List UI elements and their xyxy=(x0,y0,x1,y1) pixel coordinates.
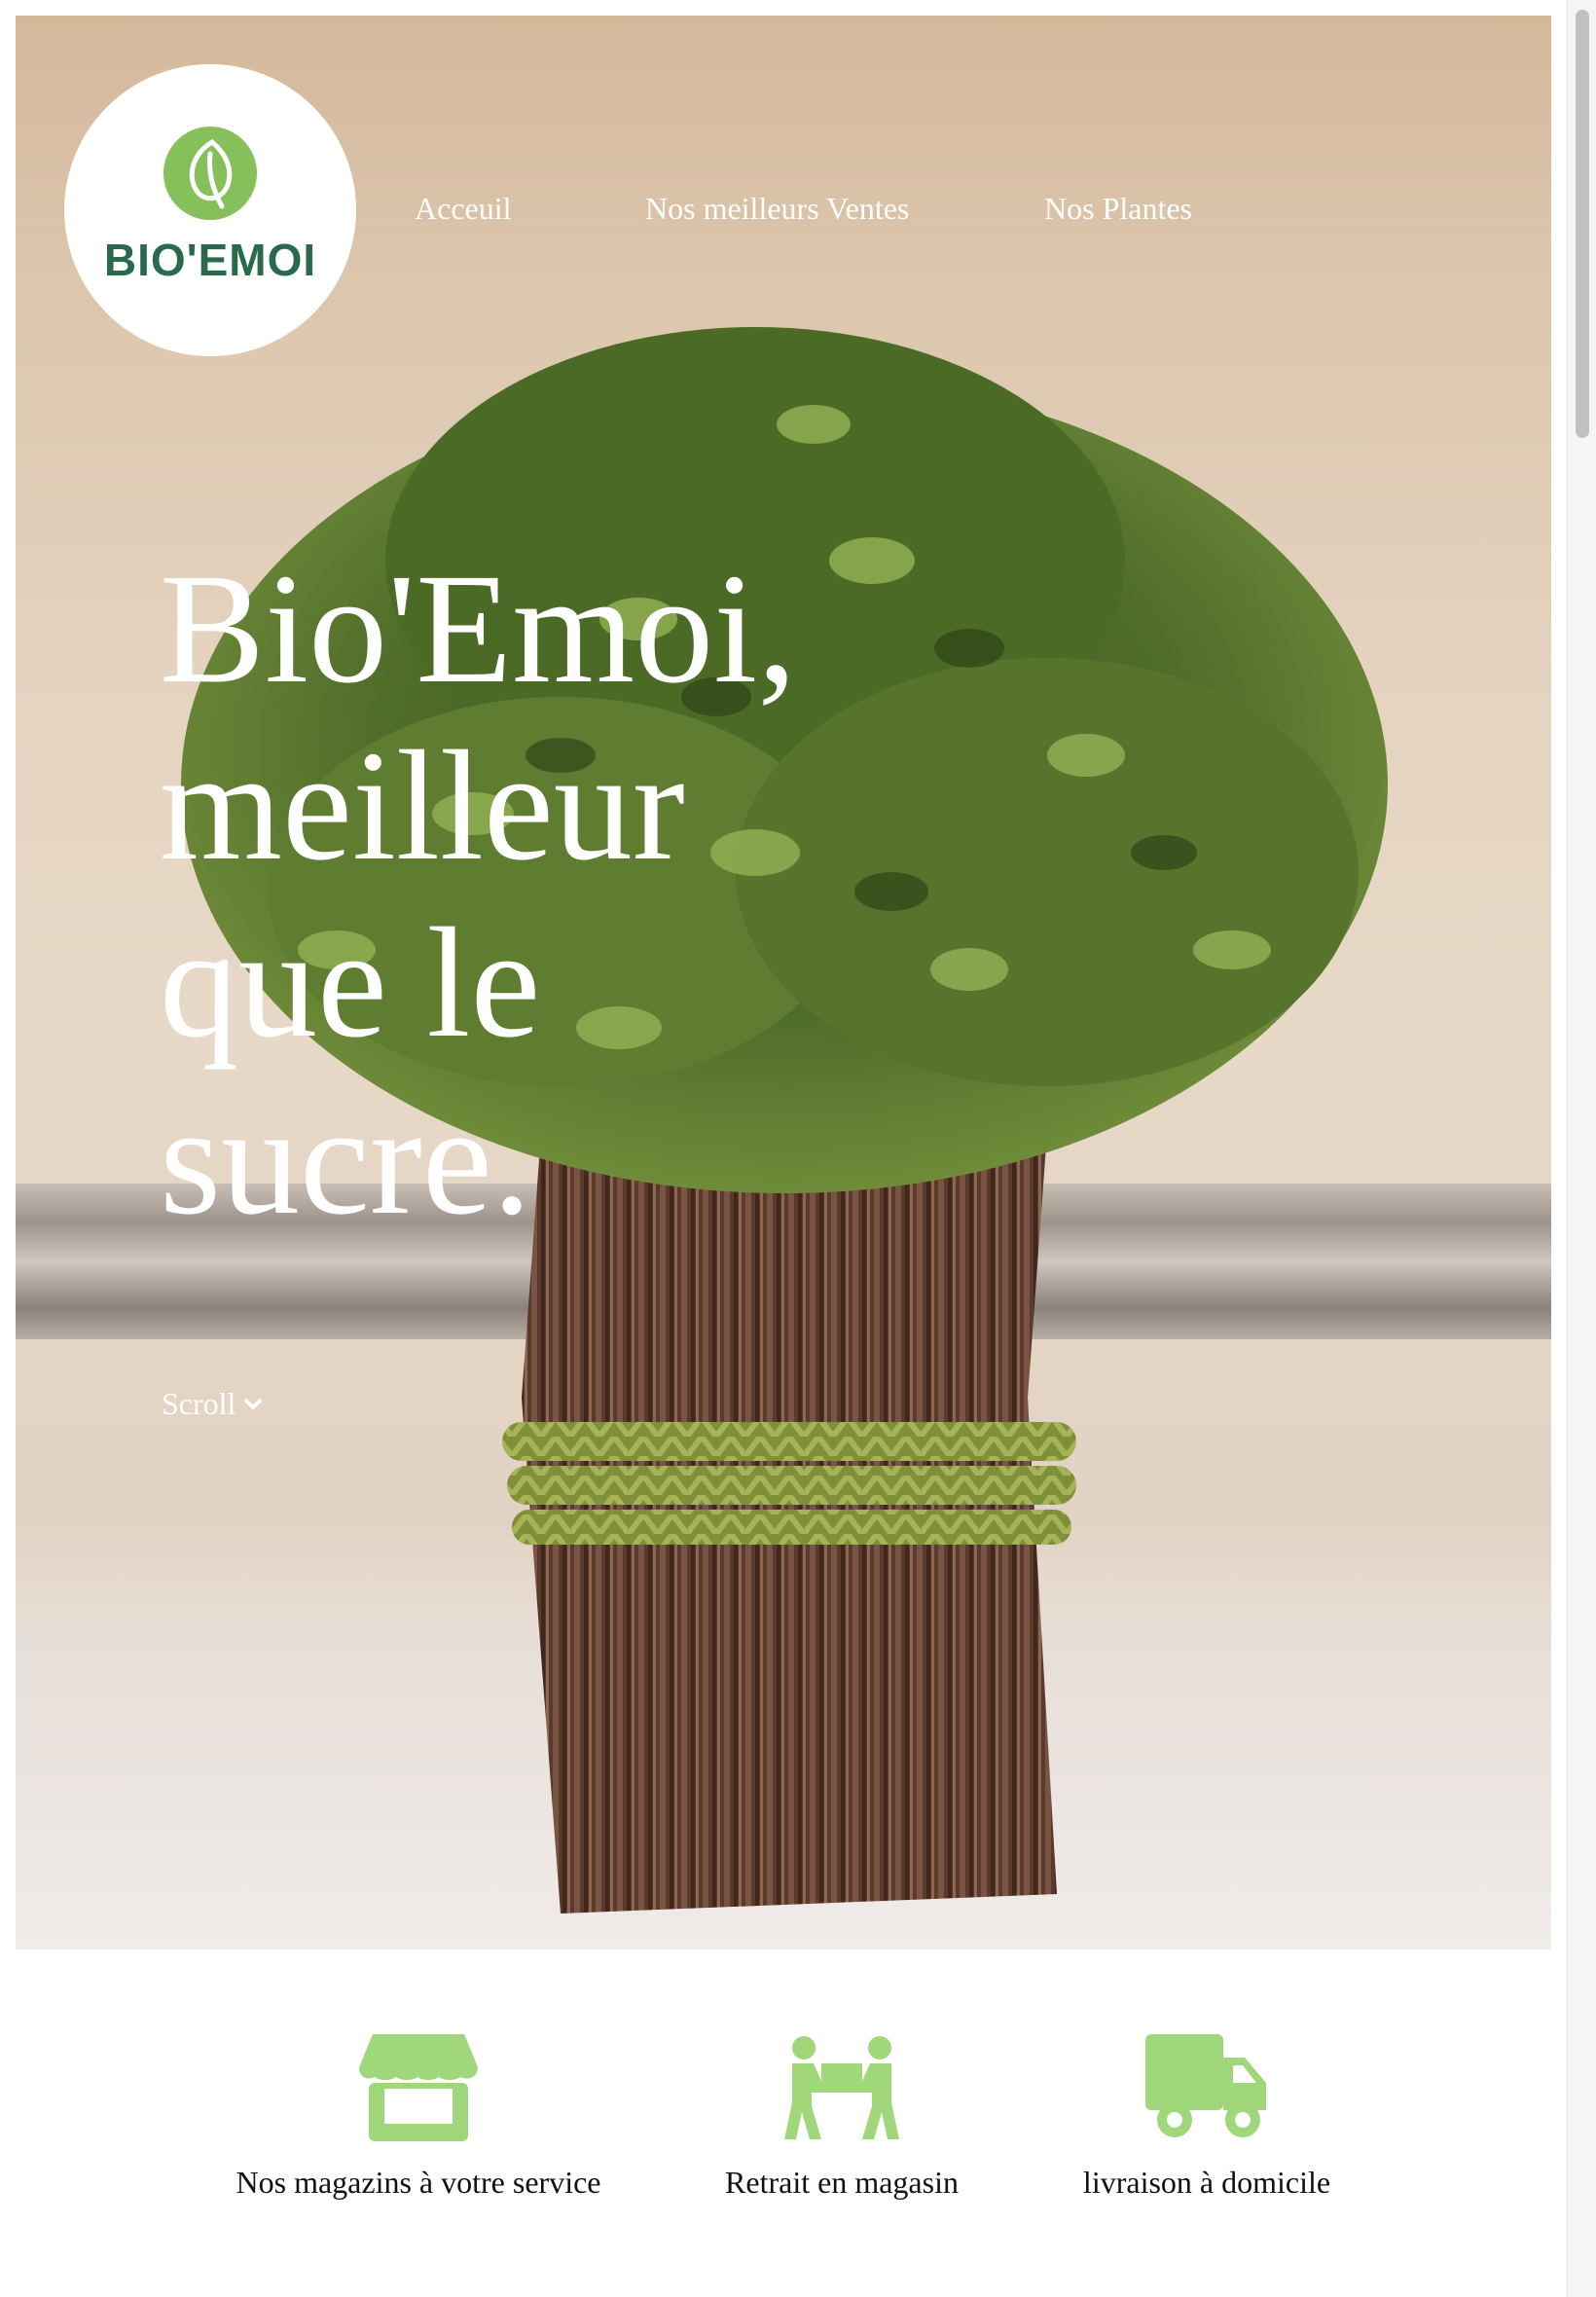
store-icon xyxy=(359,2034,478,2141)
service-label: Retrait en magasin xyxy=(725,2165,959,2200)
logo-text: BIO'EMOI xyxy=(103,235,317,285)
scrollbar-thumb[interactable] xyxy=(1576,10,1589,438)
people-carry-icon xyxy=(784,2036,899,2139)
scroll-label: Scroll xyxy=(162,1386,236,1421)
chevron-down-icon xyxy=(244,1398,263,1409)
service-stores: Nos magazins à votre service xyxy=(234,2034,603,2201)
brand-logo[interactable]: BIO'EMOI xyxy=(64,64,356,356)
page-scrollbar[interactable] xyxy=(1567,0,1596,2297)
scroll-link[interactable]: Scroll xyxy=(162,1386,263,1422)
truck-icon xyxy=(1145,2034,1266,2137)
headline-line: meilleur xyxy=(160,719,685,893)
service-label: livraison à domicile xyxy=(1082,2165,1331,2200)
service-delivery: livraison à domicile xyxy=(1061,2034,1353,2201)
service-pickup: Retrait en magasin xyxy=(681,2034,1002,2201)
hero-section: BIO'EMOI Acceuil Nos meilleurs Ventes No… xyxy=(16,16,1551,1950)
headline-line: sucre. xyxy=(160,1074,532,1248)
headline-line: Bio'Emoi, xyxy=(160,542,797,716)
nav-item-acceuil[interactable]: Acceuil xyxy=(415,191,512,227)
nav-item-plants[interactable]: Nos Plantes xyxy=(1044,191,1192,227)
leaf-icon xyxy=(163,127,257,220)
nav-item-best-sellers[interactable]: Nos meilleurs Ventes xyxy=(645,191,909,227)
service-label: Nos magazins à votre service xyxy=(236,2165,601,2200)
page: BIO'EMOI Acceuil Nos meilleurs Ventes No… xyxy=(0,0,1596,2297)
hero-headline: Bio'Emoi, meilleur que le sucre. xyxy=(160,541,1035,1250)
headline-line: que le xyxy=(160,896,541,1071)
